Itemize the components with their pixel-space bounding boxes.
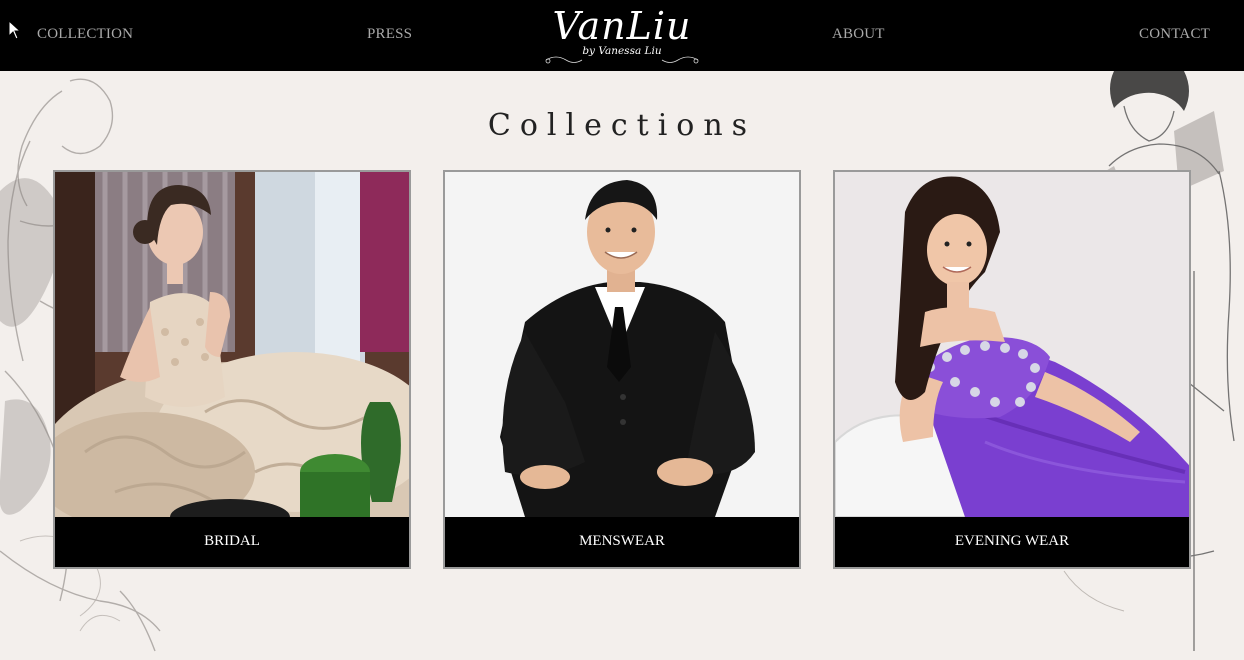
mouse-pointer-icon <box>8 20 22 40</box>
evening-wear-photo <box>835 172 1189 517</box>
collection-card-bridal[interactable]: BRIDAL <box>53 170 411 569</box>
collection-card-menswear[interactable]: MENSWEAR <box>443 170 801 569</box>
nav-collection-link[interactable]: COLLECTION <box>37 26 133 43</box>
page-title: Collections <box>487 108 757 143</box>
logo-wordmark: VanLiu <box>552 4 692 48</box>
nav-contact-link[interactable]: CONTACT <box>1139 26 1210 43</box>
collection-card-evening-wear[interactable]: EVENING WEAR <box>833 170 1191 569</box>
top-nav: COLLECTION PRESS VanLiu by Vanessa Liu A… <box>0 0 1244 71</box>
nav-about-link[interactable]: ABOUT <box>832 26 885 43</box>
logo-flourish-icon <box>545 56 699 64</box>
bridal-photo <box>55 172 409 517</box>
menswear-photo <box>445 172 799 517</box>
card-label-menswear: MENSWEAR <box>445 517 799 567</box>
vanliu-logo[interactable]: VanLiu by Vanessa Liu <box>542 4 702 68</box>
card-label-bridal: BRIDAL <box>55 517 409 567</box>
card-label-evening-wear: EVENING WEAR <box>835 517 1189 567</box>
nav-press-link[interactable]: PRESS <box>367 26 412 43</box>
